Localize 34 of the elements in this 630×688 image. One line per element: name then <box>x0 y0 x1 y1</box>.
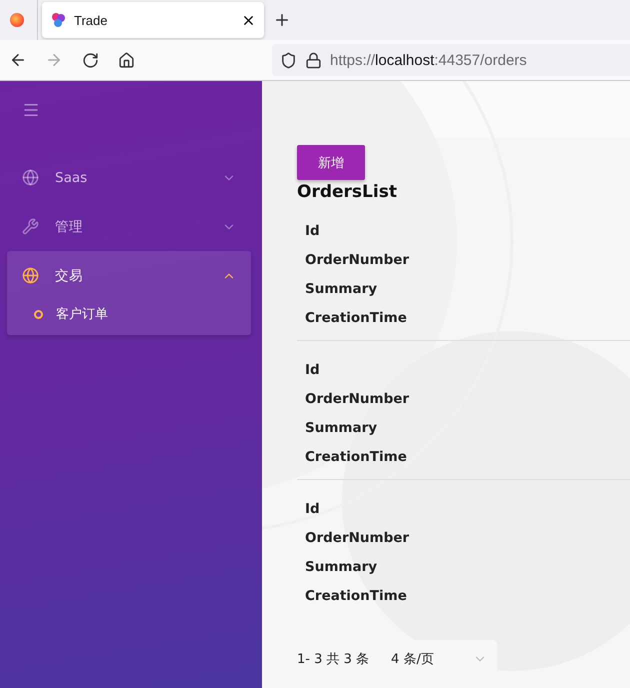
url-text: https://localhost:44357/orders <box>330 52 527 68</box>
field-label: CreationTime <box>305 310 407 326</box>
field-label: Summary <box>305 420 378 436</box>
globe-icon <box>22 169 39 186</box>
add-button[interactable]: 新增 <box>297 145 365 180</box>
tab-title: Trade <box>74 12 108 28</box>
ring-icon <box>34 310 43 318</box>
field-label: Summary <box>305 280 378 296</box>
reload-icon[interactable] <box>82 52 98 68</box>
menu-icon[interactable] <box>22 101 40 119</box>
pagination-summary: 1- 3 共 3 条 <box>297 651 370 668</box>
app-logo-icon <box>50 12 66 28</box>
sidebar-item[interactable]: 管理 <box>7 202 251 251</box>
browser-logo-icon[interactable] <box>10 13 24 27</box>
field-label: Id <box>305 500 320 516</box>
field-label: CreationTime <box>305 588 407 604</box>
globe-icon <box>22 267 39 284</box>
new-tab-icon[interactable] <box>273 11 291 29</box>
field-label: CreationTime <box>305 448 407 464</box>
field-label: Id <box>305 222 320 238</box>
browser-tab[interactable]: Trade <box>42 2 264 38</box>
shield-icon <box>280 52 297 68</box>
wrench-icon <box>22 218 39 235</box>
back-icon[interactable] <box>9 51 27 69</box>
home-icon[interactable] <box>118 52 134 68</box>
address-bar[interactable]: https://localhost:44357/orders <box>272 44 630 76</box>
field-label: OrderNumber <box>305 252 410 268</box>
field-label: Id <box>305 362 320 378</box>
field-label: OrderNumber <box>305 390 410 406</box>
list-title: OrdersList <box>297 182 398 202</box>
sidebar-item[interactable]: Saas <box>7 153 251 202</box>
field-label: Summary <box>305 558 378 574</box>
field-label: OrderNumber <box>305 530 410 546</box>
lock-icon <box>305 52 322 68</box>
